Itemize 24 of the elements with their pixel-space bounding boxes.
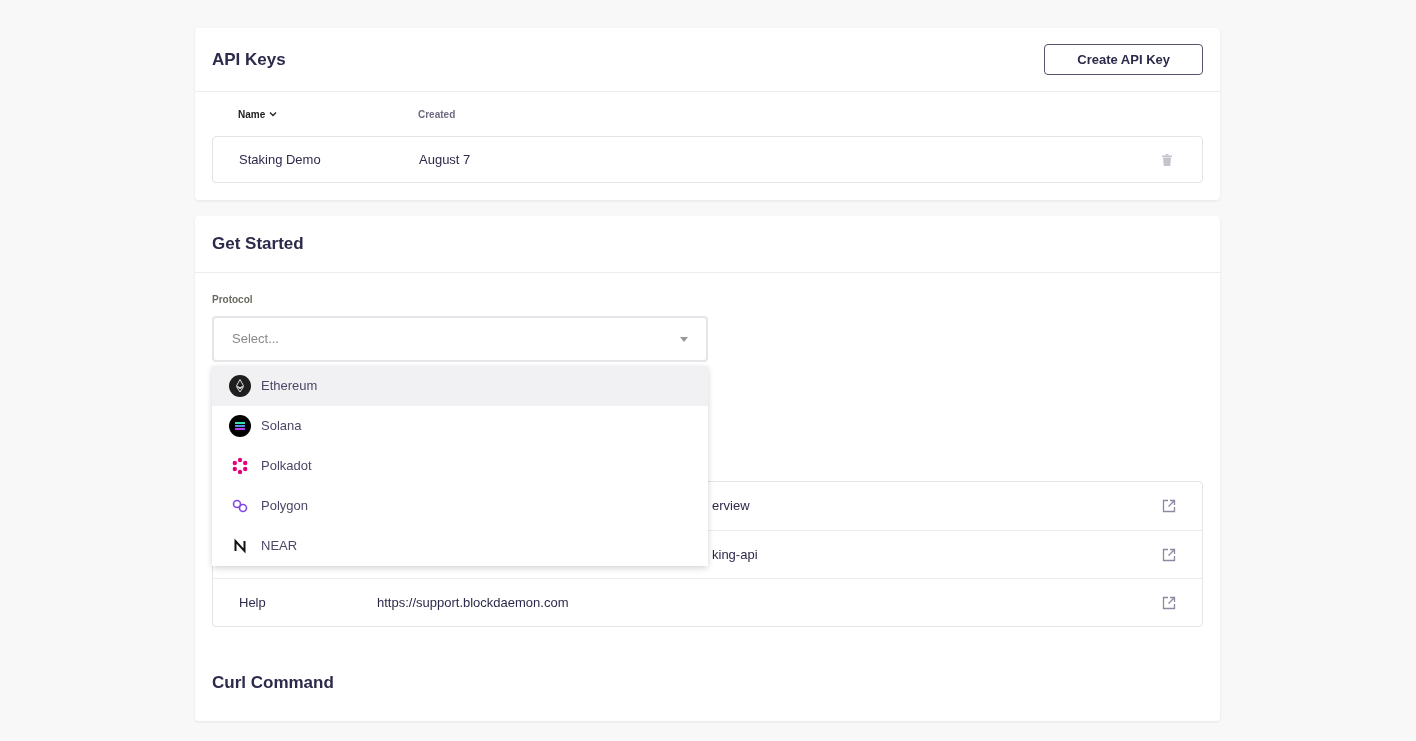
key-name: Staking Demo bbox=[239, 150, 322, 169]
created-date: August 7 bbox=[419, 150, 472, 169]
section-title: Curl Command bbox=[212, 673, 334, 692]
external-link-icon[interactable] bbox=[1162, 547, 1176, 562]
protocol-option[interactable]: Solana bbox=[212, 406, 708, 446]
caret-down-icon bbox=[680, 336, 688, 342]
link-label: Help bbox=[239, 593, 267, 612]
diamond-coin-icon bbox=[229, 375, 251, 397]
trash-icon[interactable] bbox=[1162, 153, 1172, 166]
column-header[interactable]: Name bbox=[238, 106, 266, 122]
create-api-key-button[interactable]: Create API Key bbox=[1044, 44, 1203, 75]
external-link-icon[interactable] bbox=[1162, 499, 1176, 513]
protocol-option[interactable]: NEAR bbox=[212, 526, 708, 566]
protocol-option[interactable]: Ethereum bbox=[212, 366, 708, 406]
protocol-select[interactable]: Select... bbox=[212, 316, 708, 362]
external-link-icon[interactable] bbox=[1162, 595, 1176, 610]
protocol-option[interactable]: Polkadot bbox=[212, 446, 708, 486]
stripes-coin-icon bbox=[229, 415, 251, 437]
section-title: API Keys bbox=[212, 48, 286, 71]
field-label: Protocol bbox=[212, 293, 254, 307]
protocol-option[interactable]: Polygon bbox=[212, 486, 708, 526]
column-header[interactable]: Created bbox=[418, 106, 456, 122]
section-title: Get Started bbox=[212, 233, 304, 256]
link-url[interactable]: https://support.blockdaemon.com bbox=[377, 592, 1162, 613]
